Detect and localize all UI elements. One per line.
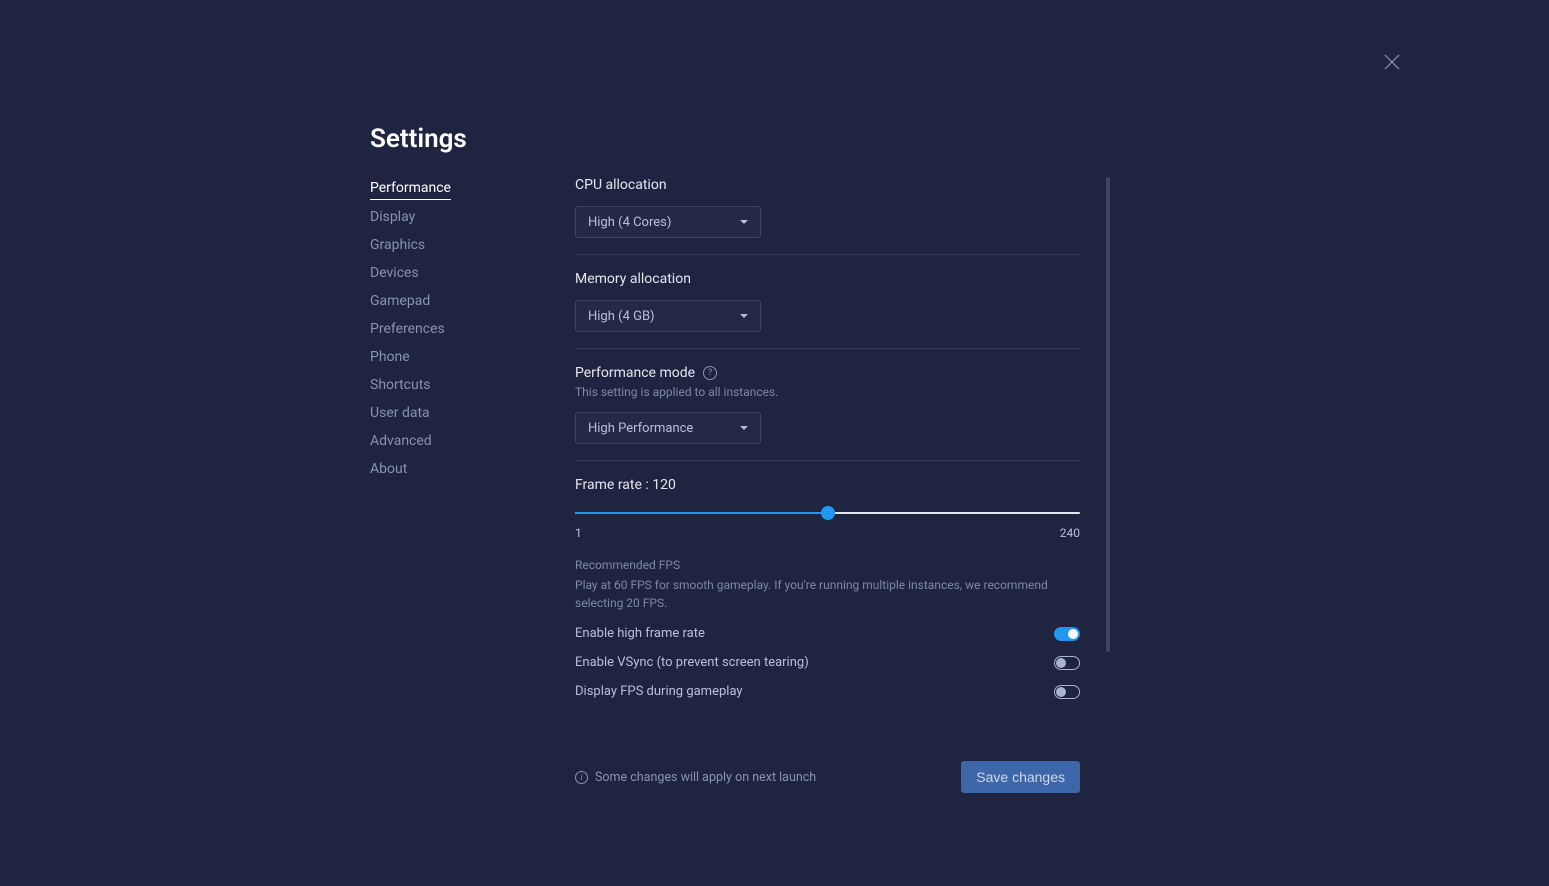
memory-allocation-select[interactable]: High (4 GB): [575, 300, 761, 332]
sidebar-item-advanced[interactable]: Advanced: [370, 433, 432, 452]
footer-note: Some changes will apply on next launch: [595, 770, 816, 785]
recommended-fps-title: Recommended FPS: [575, 558, 1080, 572]
performance-mode-label: Performance mode: [575, 365, 695, 381]
display-fps-label: Display FPS during gameplay: [575, 684, 743, 699]
sidebar-item-about[interactable]: About: [370, 461, 407, 480]
enable-high-frame-rate-toggle[interactable]: [1054, 627, 1080, 641]
performance-mode-value: High Performance: [588, 421, 693, 436]
close-icon: [1384, 54, 1400, 70]
frame-rate-min: 1: [575, 526, 582, 540]
enable-vsync-toggle[interactable]: [1054, 656, 1080, 670]
enable-high-frame-rate-label: Enable high frame rate: [575, 626, 705, 641]
sidebar-item-gamepad[interactable]: Gamepad: [370, 293, 430, 312]
memory-allocation-label: Memory allocation: [575, 271, 1080, 287]
frame-rate-slider-thumb[interactable]: [821, 506, 835, 520]
performance-mode-sublabel: This setting is applied to all instances…: [575, 385, 1080, 399]
settings-sidebar: Performance Display Graphics Devices Gam…: [370, 120, 570, 793]
sidebar-item-shortcuts[interactable]: Shortcuts: [370, 377, 431, 396]
sidebar-item-devices[interactable]: Devices: [370, 265, 419, 284]
caret-down-icon: [740, 220, 748, 224]
cpu-allocation-label: CPU allocation: [575, 177, 1080, 193]
content-scrollbar[interactable]: [1106, 177, 1110, 652]
caret-down-icon: [740, 314, 748, 318]
enable-vsync-label: Enable VSync (to prevent screen tearing): [575, 655, 809, 670]
settings-content: CPU allocation High (4 Cores) Memory all…: [575, 120, 1095, 793]
recommended-fps-body: Play at 60 FPS for smooth gameplay. If y…: [575, 576, 1080, 612]
sidebar-item-graphics[interactable]: Graphics: [370, 237, 425, 256]
performance-mode-select[interactable]: High Performance: [575, 412, 761, 444]
page-title: Settings: [370, 124, 467, 154]
sidebar-item-user-data[interactable]: User data: [370, 405, 430, 424]
display-fps-toggle[interactable]: [1054, 685, 1080, 699]
cpu-allocation-select[interactable]: High (4 Cores): [575, 206, 761, 238]
sidebar-item-phone[interactable]: Phone: [370, 349, 410, 368]
sidebar-item-performance[interactable]: Performance: [370, 180, 451, 200]
save-changes-button[interactable]: Save changes: [961, 761, 1080, 793]
cpu-allocation-value: High (4 Cores): [588, 215, 671, 230]
memory-allocation-value: High (4 GB): [588, 309, 655, 324]
help-icon[interactable]: ?: [703, 366, 717, 380]
close-button[interactable]: [1380, 50, 1404, 74]
info-icon: i: [575, 771, 588, 784]
sidebar-item-preferences[interactable]: Preferences: [370, 321, 445, 340]
frame-rate-slider[interactable]: [575, 506, 1080, 522]
caret-down-icon: [740, 426, 748, 430]
frame-rate-label: Frame rate : 120: [575, 477, 1080, 493]
sidebar-item-display[interactable]: Display: [370, 209, 415, 228]
frame-rate-max: 240: [1060, 526, 1080, 540]
